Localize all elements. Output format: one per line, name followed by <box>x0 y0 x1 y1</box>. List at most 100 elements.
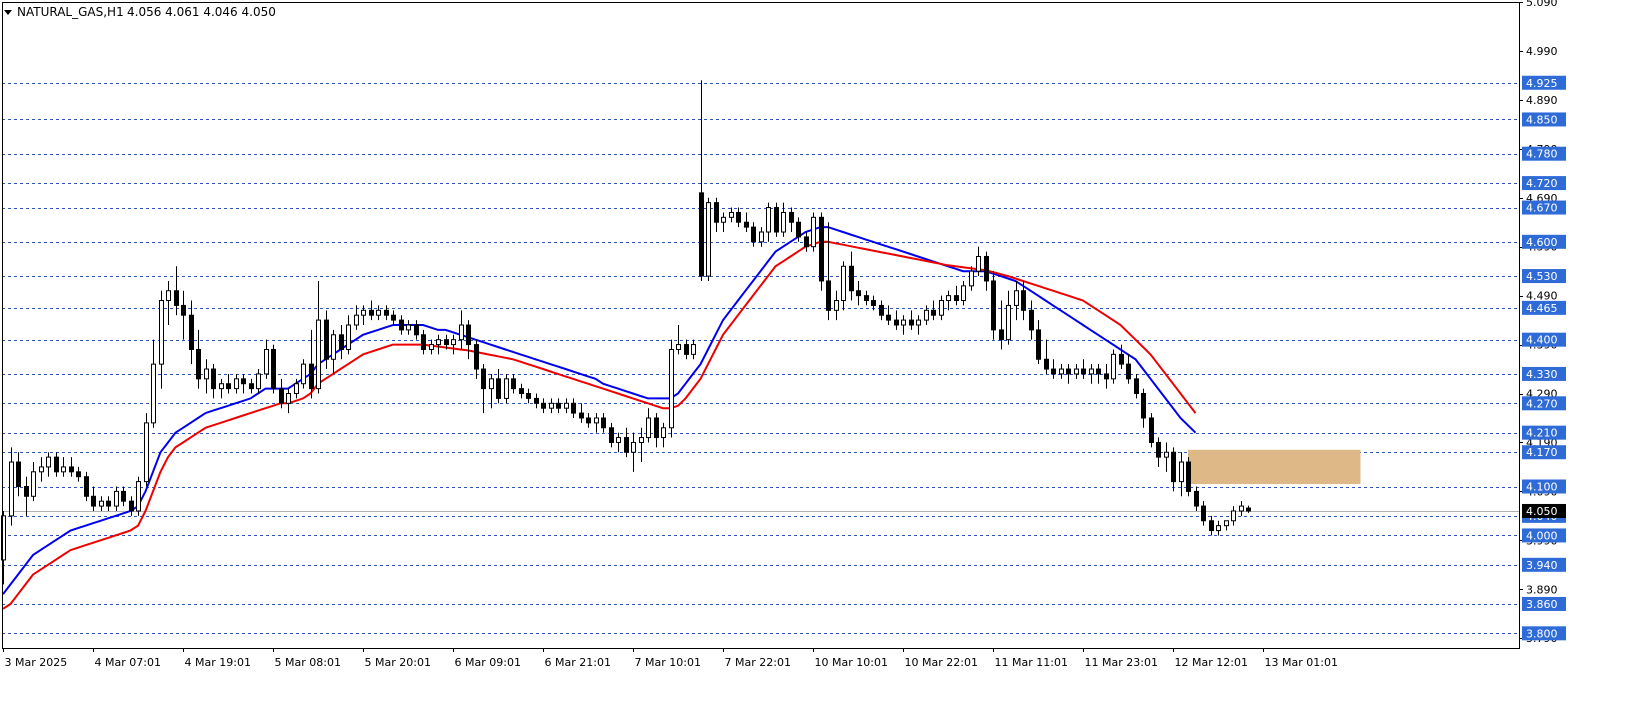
candle-body <box>721 216 726 223</box>
candle-body <box>376 309 381 316</box>
candle-body <box>594 417 599 424</box>
candle-body <box>1051 368 1056 375</box>
candle <box>991 271 996 340</box>
candle-body <box>391 314 396 321</box>
x-tick-label: 12 Mar 12:01 <box>1175 656 1248 669</box>
candle-body <box>129 500 134 512</box>
candle-body <box>331 334 336 360</box>
candle-body <box>624 437 629 453</box>
candle-body <box>654 417 659 439</box>
x-tick-label: 7 Mar 10:01 <box>635 656 701 669</box>
candle-body <box>91 495 96 507</box>
candle-body <box>61 466 66 473</box>
candle-body <box>841 265 846 302</box>
candle-body <box>1171 451 1176 483</box>
candle-body <box>436 339 441 346</box>
y-tick-label: 3.890 <box>1526 583 1558 596</box>
candle-body <box>826 280 831 311</box>
candle-body <box>706 202 711 277</box>
candle-body <box>399 319 404 331</box>
candle-body <box>204 368 209 380</box>
candle <box>84 471 89 502</box>
candle-body <box>121 490 126 502</box>
candle-body <box>811 216 816 248</box>
candle-body <box>54 456 59 473</box>
candle-body <box>849 265 854 292</box>
candle-body <box>924 309 929 321</box>
candle <box>669 339 674 438</box>
candle-body <box>234 378 239 390</box>
candle-body <box>984 255 989 282</box>
candle-body <box>99 500 104 507</box>
level-label-text: 4.270 <box>1526 397 1558 410</box>
candle-body <box>144 422 149 483</box>
candle-body <box>1036 329 1041 360</box>
candle-body <box>609 427 614 443</box>
candle-body <box>901 319 906 326</box>
candle-body <box>1224 520 1229 527</box>
candle-body <box>181 304 186 316</box>
level-label-text: 3.800 <box>1526 627 1558 640</box>
candle-body <box>976 255 981 272</box>
candle-body <box>189 314 194 350</box>
candle <box>1186 457 1191 497</box>
candle-body <box>451 339 456 346</box>
candle-body <box>369 309 374 316</box>
candle-body <box>1156 441 1161 458</box>
level-label-text: 4.000 <box>1526 529 1558 542</box>
level-label-text: 4.530 <box>1526 270 1558 283</box>
level-label-text: 4.925 <box>1526 77 1558 90</box>
x-tick-label: 4 Mar 19:01 <box>185 656 251 669</box>
chart-background <box>0 0 1651 708</box>
level-label-text: 4.465 <box>1526 302 1558 315</box>
candle-body <box>354 314 359 326</box>
candle <box>1111 349 1116 384</box>
level-label-text: 3.860 <box>1526 598 1558 611</box>
candle-body <box>211 368 216 390</box>
candle-body <box>834 300 839 311</box>
candle-body <box>226 383 231 390</box>
candle-body <box>969 270 974 287</box>
candle-body <box>496 378 501 399</box>
candle-body <box>939 300 944 316</box>
candle-body <box>1179 461 1184 483</box>
y-tick-label: 4.990 <box>1526 45 1558 58</box>
candle-body <box>9 461 14 517</box>
candle-body <box>384 309 389 316</box>
candle-body <box>1044 358 1049 370</box>
candle-body <box>421 334 426 350</box>
candle-body <box>766 207 771 233</box>
candle-body <box>1201 505 1206 522</box>
x-tick-label: 5 Mar 20:01 <box>365 656 431 669</box>
candle-body <box>286 393 291 404</box>
candle-body <box>744 221 749 228</box>
candle-body <box>474 344 479 370</box>
candle-body <box>931 309 936 316</box>
candle <box>819 212 824 291</box>
candle-body <box>1239 505 1244 512</box>
level-label-text: 4.170 <box>1526 446 1558 459</box>
candle-body <box>339 334 344 350</box>
candle-body <box>16 461 21 487</box>
candle-body <box>24 486 29 497</box>
candle-body <box>249 383 254 390</box>
symbol-label[interactable]: NATURAL_GAS,H1 <box>17 5 124 19</box>
candle-body <box>534 397 539 404</box>
candle <box>504 373 509 404</box>
candle-body <box>871 300 876 306</box>
candle-body <box>1029 309 1034 331</box>
candle-body <box>519 388 524 395</box>
price-chart[interactable]: 5.0904.9904.8904.7904.6904.5904.4904.390… <box>0 0 1651 708</box>
candle-body <box>691 344 696 355</box>
candle-body <box>999 329 1004 341</box>
x-tick-label: 11 Mar 23:01 <box>1085 656 1158 669</box>
candle-body <box>46 456 51 468</box>
candle-body <box>31 471 36 497</box>
candle-body <box>106 500 111 507</box>
candle-body <box>241 378 246 385</box>
candle <box>136 476 141 516</box>
supply-zone <box>1188 449 1361 485</box>
candle-body <box>1209 520 1214 532</box>
candle-body <box>324 319 329 360</box>
candle-body <box>1014 290 1019 306</box>
